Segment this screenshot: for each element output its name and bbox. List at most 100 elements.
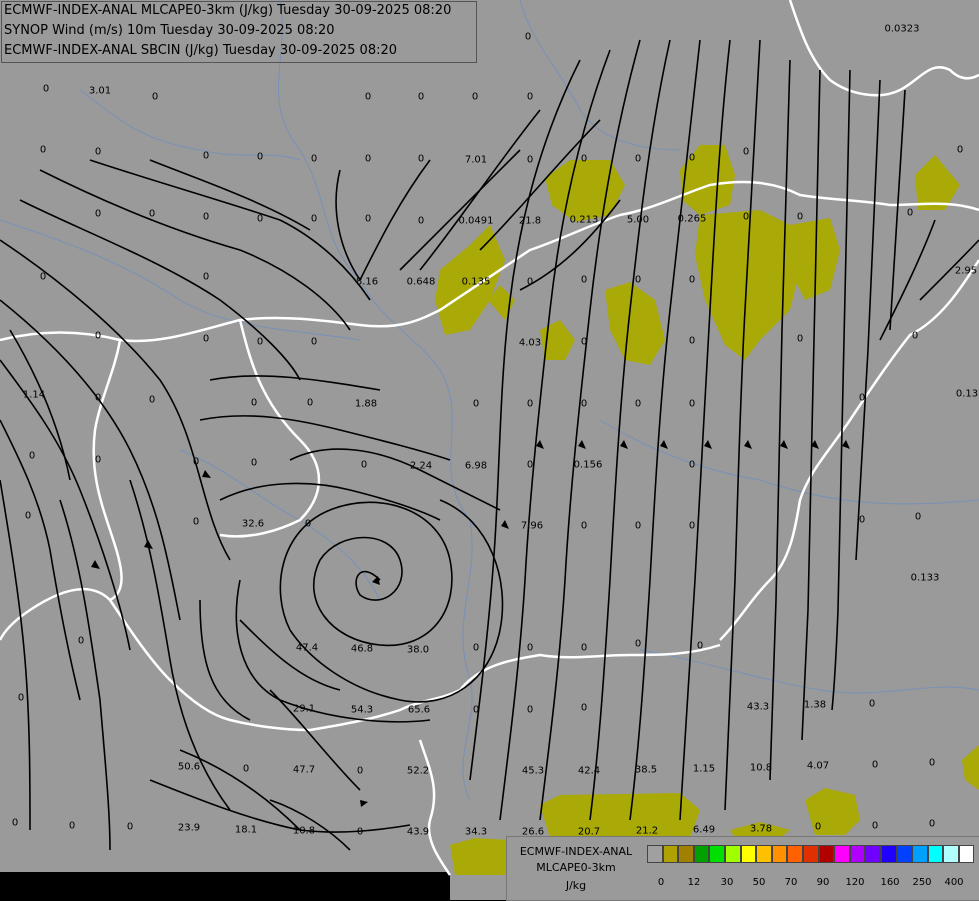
value-label: 0: [526, 459, 534, 471]
value-label: 65.6: [407, 704, 431, 716]
value-label: 0: [310, 336, 318, 348]
cape-area-13: [450, 838, 510, 875]
legend-tick-label: 0: [657, 877, 665, 888]
value-label: 0.0491: [458, 215, 494, 227]
value-label: 0: [151, 91, 159, 103]
value-label: 1.88: [354, 398, 378, 410]
value-label: 0: [742, 146, 750, 158]
value-label: 0: [871, 820, 879, 832]
legend-swatch: [865, 845, 881, 863]
legend-swatch: [740, 845, 757, 863]
value-label: 0: [524, 31, 532, 43]
value-label: 0: [356, 765, 364, 777]
value-label: 0: [77, 635, 85, 647]
value-label: 21.2: [635, 825, 659, 837]
value-label: 0: [202, 150, 210, 162]
value-label: 10.8: [749, 762, 773, 774]
legend-swatch: [896, 845, 913, 863]
value-label: 0: [39, 144, 47, 156]
value-label: 0: [472, 704, 480, 716]
value-label: 0: [417, 215, 425, 227]
legend-swatch: [771, 845, 788, 863]
value-label: 0.135: [461, 276, 491, 288]
value-label: 3.01: [88, 85, 112, 97]
value-label: 0: [148, 394, 156, 406]
value-label: 0.213: [569, 214, 599, 226]
value-label: 47.7: [292, 764, 316, 776]
legend-tick-label: 30: [720, 877, 734, 888]
value-label: 0: [634, 153, 642, 165]
value-label: 0: [126, 821, 134, 833]
value-label: 0: [696, 640, 704, 652]
legend-swatch: [927, 845, 944, 863]
value-label: 21.8: [518, 215, 542, 227]
map-header: ECMWF-INDEX-ANAL MLCAPE0-3km (J/kg) Tues…: [0, 0, 477, 63]
legend-swatch: [802, 845, 819, 863]
value-label: 45.3: [521, 765, 545, 777]
value-label: 0: [688, 152, 696, 164]
value-label: 0: [688, 459, 696, 471]
legend-swatch: [787, 845, 803, 863]
value-label: 0: [634, 274, 642, 286]
value-label: 54.3: [350, 704, 374, 716]
legend-swatch: [678, 845, 694, 863]
value-label: 0: [858, 392, 866, 404]
value-label: 0: [310, 213, 318, 225]
value-label: 0: [526, 704, 534, 716]
value-label: 4.07: [806, 760, 830, 772]
value-label: 23.9: [177, 822, 201, 834]
value-label: 43.3: [746, 701, 770, 713]
legend-swatch: [818, 845, 835, 863]
value-label: 0: [526, 398, 534, 410]
value-label: 0: [580, 153, 588, 165]
value-label: 0: [742, 211, 750, 223]
cape-area-10: [540, 793, 700, 838]
value-label: 0: [472, 642, 480, 654]
value-label: 0.265: [677, 213, 707, 225]
value-label: 50.6: [177, 761, 201, 773]
value-label: 0: [417, 91, 425, 103]
value-label: 46.8: [350, 643, 374, 655]
value-label: 0: [28, 450, 36, 462]
value-label: 32.6: [241, 518, 265, 530]
value-label: 0: [956, 144, 964, 156]
value-label: 0: [688, 335, 696, 347]
value-label: 5.00: [626, 214, 650, 226]
legend-tick-label: 400: [944, 877, 964, 888]
value-label: 0: [250, 397, 258, 409]
value-label: 10.8: [292, 825, 316, 837]
legend-swatch: [709, 845, 725, 863]
legend-color-scale: [647, 845, 975, 865]
value-label: 0: [796, 211, 804, 223]
value-label: 0: [148, 208, 156, 220]
value-label: 0: [256, 336, 264, 348]
value-label: 0: [192, 516, 200, 528]
value-label: 7.01: [464, 154, 488, 166]
value-label: 0: [39, 271, 47, 283]
value-label: 0: [24, 510, 32, 522]
value-label: 0: [634, 520, 642, 532]
value-label: 0: [192, 456, 200, 468]
legend-tick-label: 12: [687, 877, 701, 888]
value-label: 0: [580, 398, 588, 410]
value-label: 0: [928, 757, 936, 769]
value-label: 0: [242, 763, 250, 775]
value-label: 0: [526, 276, 534, 288]
value-label: 42.4: [577, 765, 601, 777]
value-label: 0.648: [406, 276, 436, 288]
legend-tick-label: 50: [752, 877, 766, 888]
value-label: 0: [202, 333, 210, 345]
legend-swatch: [958, 845, 975, 863]
legend-swatch: [724, 845, 741, 863]
value-label: 0: [304, 518, 312, 530]
value-label: 0: [94, 146, 102, 158]
value-label: 0: [256, 213, 264, 225]
value-label: 0: [306, 397, 314, 409]
legend-swatch: [849, 845, 866, 863]
value-label: 0: [634, 398, 642, 410]
value-label: 0: [526, 91, 534, 103]
value-label: 29.1: [292, 703, 316, 715]
value-label: 38.0: [406, 644, 430, 656]
value-label: 4.03: [518, 337, 542, 349]
value-label: 3.78: [749, 823, 773, 835]
